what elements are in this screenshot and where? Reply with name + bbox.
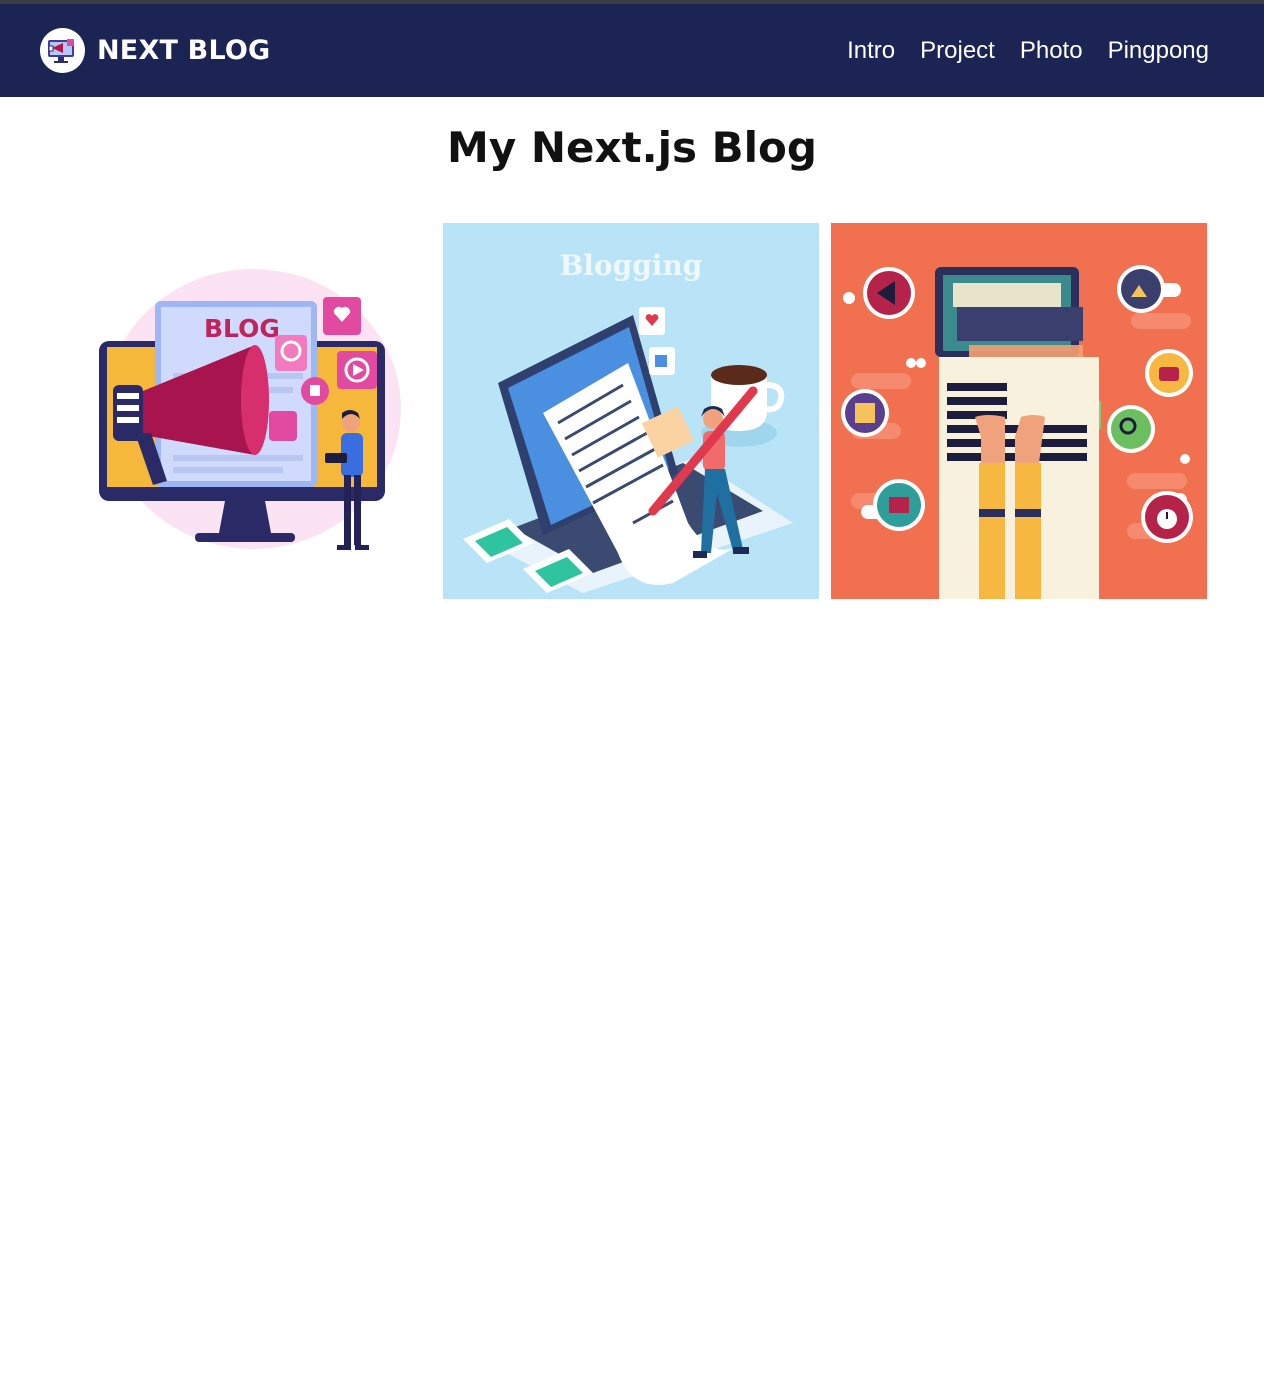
nav-link-intro[interactable]: Intro <box>847 37 895 65</box>
image-gallery: BLOG Blogging <box>55 223 1207 599</box>
laptop-icons-image[interactable] <box>831 223 1207 599</box>
brand-name: NEXT BLOG <box>97 35 271 66</box>
blogging-laptop-image[interactable]: Blogging <box>443 223 819 599</box>
page-title: My Next.js Blog <box>447 123 817 172</box>
blogging-image-label: Blogging <box>560 249 703 282</box>
nav-link-pingpong[interactable]: Pingpong <box>1108 37 1209 65</box>
blog-megaphone-image[interactable]: BLOG <box>55 223 431 599</box>
blog-image-label: BLOG <box>204 314 280 343</box>
brand-link[interactable]: NEXT BLOG <box>40 28 270 73</box>
nav-links: Intro Project Photo Pingpong <box>822 37 1209 65</box>
navbar: NEXT BLOG Intro Project Photo Pingpong <box>0 4 1264 97</box>
nav-link-project[interactable]: Project <box>920 37 995 65</box>
nav-link-photo[interactable]: Photo <box>1020 37 1083 65</box>
megaphone-icon <box>40 28 85 73</box>
